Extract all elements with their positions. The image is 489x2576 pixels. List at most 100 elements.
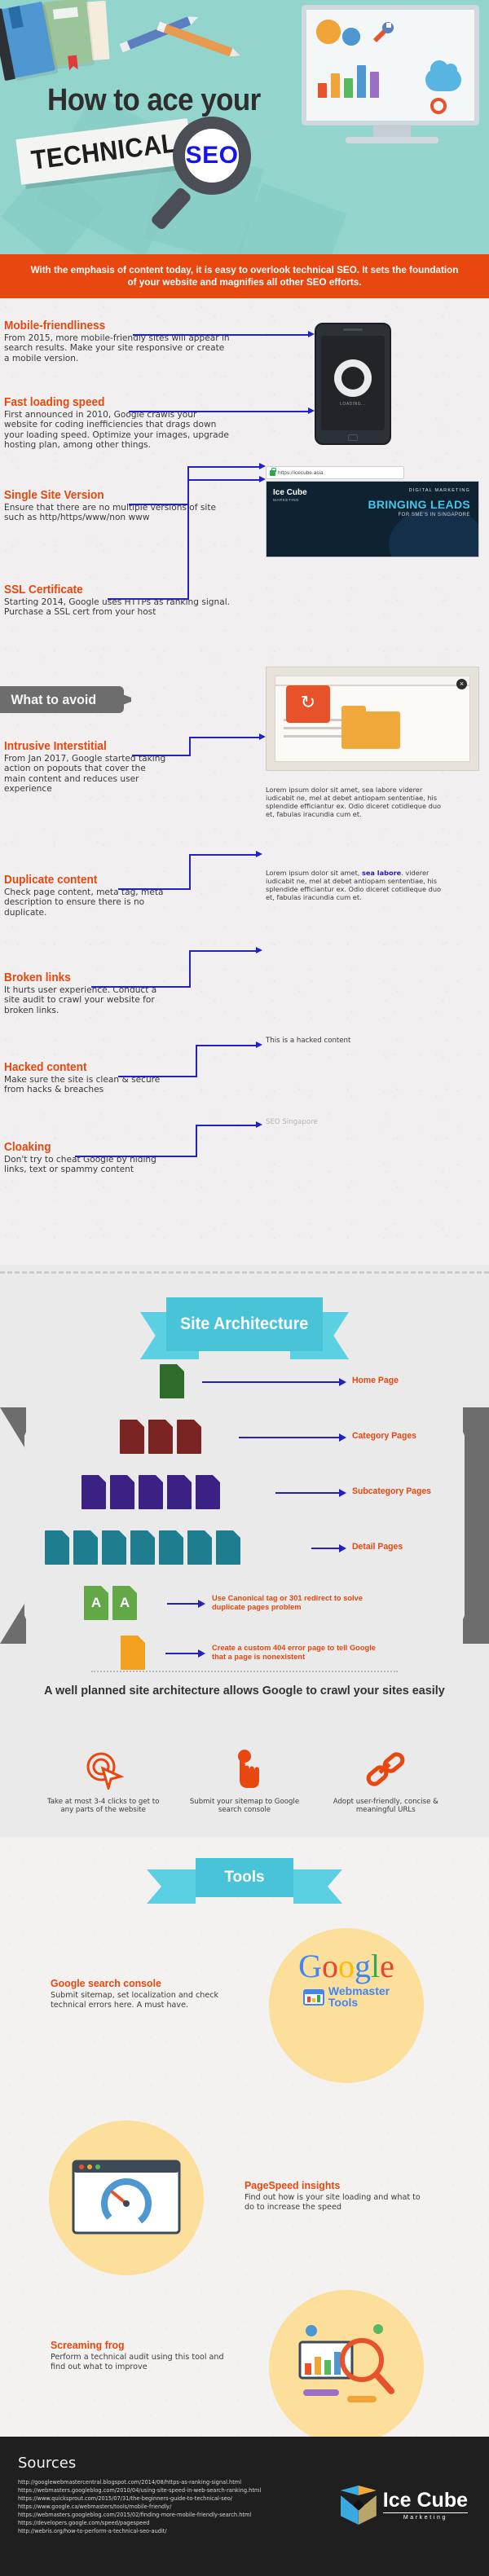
source-link[interactable]: http://webris.org/how-to-perform-a-techn… xyxy=(18,2527,471,2535)
avoid-item-hacked-content: Hacked content Make sure the site is cle… xyxy=(4,1061,167,1095)
webmaster-tools-icon xyxy=(302,1988,324,2006)
connector-line xyxy=(167,1603,198,1605)
click-cursor-icon xyxy=(42,1746,165,1793)
cloud-icon xyxy=(425,60,461,91)
arrow-head-icon xyxy=(256,947,262,953)
what-to-avoid-tab: What to avoid xyxy=(0,686,124,713)
avoid-item-title: Cloaking xyxy=(4,1141,51,1154)
checklist-item-body: Starting 2014, Google uses HTTPs as rank… xyxy=(4,597,231,618)
tip-item-clicks: Take at most 3-4 clicks to get to any pa… xyxy=(42,1746,165,1815)
phone-home-button xyxy=(348,434,358,441)
smartphone-illustration: LOADING... xyxy=(315,323,391,445)
connector-line xyxy=(196,1125,197,1157)
desktop-monitor-icon xyxy=(302,5,479,125)
site-headline: BRINGING LEADS xyxy=(368,498,470,511)
document-icon xyxy=(196,1475,220,1509)
arrow-head-icon xyxy=(256,1121,262,1128)
phone-speaker xyxy=(343,328,363,331)
doc-row-detail xyxy=(45,1530,240,1565)
document-icon xyxy=(120,1420,144,1454)
logo-text: Ice Cube Marketing xyxy=(382,2490,468,2521)
gear-icon xyxy=(342,28,360,46)
doc-row-canonical: A A xyxy=(84,1586,137,1620)
avoid-item-body: It hurts user experience. Conduct a site… xyxy=(4,985,157,1015)
avoid-item-title: Broken links xyxy=(4,971,71,984)
document-icon xyxy=(110,1475,134,1509)
avoid-item-title: Duplicate content xyxy=(4,874,98,887)
decor-bracket-right xyxy=(463,1407,489,1644)
search-icon xyxy=(430,98,447,114)
connector-line xyxy=(187,466,259,468)
connector-line xyxy=(189,854,191,890)
window-title-bar xyxy=(275,676,470,685)
architecture-tips: Take at most 3-4 clicks to get to any pa… xyxy=(0,1746,489,1815)
connector-line xyxy=(189,950,191,988)
connector-line xyxy=(129,411,308,412)
document-icon xyxy=(216,1530,240,1565)
avoid-item-body: Make sure the site is clean & secure fro… xyxy=(4,1075,161,1095)
connector-line xyxy=(311,1548,339,1549)
arrow-head-icon xyxy=(256,851,262,857)
gear-icon xyxy=(316,20,341,44)
speed-gauge-browser-icon xyxy=(70,2156,183,2238)
document-icon xyxy=(148,1420,173,1454)
lorem-link[interactable]: sea labore xyxy=(362,869,401,877)
wrench-icon xyxy=(370,21,394,46)
arrow-head-icon xyxy=(339,1489,346,1497)
arrow-head-icon xyxy=(256,1041,262,1048)
tip-item-urls: Adopt user-friendly, concise & meaningfu… xyxy=(324,1746,447,1815)
connector-line xyxy=(189,854,256,856)
google-webmaster-tools-logo: Google Webmaster Tools xyxy=(275,1948,417,2009)
connector-line xyxy=(129,504,187,505)
arrow-head-icon xyxy=(259,463,266,469)
ice-cube-logo: Ice Cube Marketing xyxy=(340,2486,468,2525)
magnifier-icon: SEO xyxy=(173,117,251,195)
close-icon[interactable]: × xyxy=(456,679,467,689)
document-icon xyxy=(160,1364,184,1398)
site-architecture-ribbon: Site Architecture xyxy=(166,1297,323,1351)
browser-url-bar[interactable]: https://icecube.asia xyxy=(266,466,404,479)
document-icon xyxy=(139,1475,163,1509)
connector-line xyxy=(196,1045,256,1046)
tip-item-sitemap: Submit your sitemap to Google search con… xyxy=(183,1746,306,1815)
document-icon xyxy=(159,1530,183,1565)
checklist-section: Mobile-friendliness From 2015, more mobi… xyxy=(0,298,489,1265)
avoid-item-title: Hacked content xyxy=(4,1061,87,1074)
lock-icon xyxy=(270,467,276,476)
tip-text: Take at most 3-4 clicks to get to any pa… xyxy=(46,1798,160,1815)
document-icon xyxy=(45,1530,69,1565)
site-kicker: DIGITAL MARKETING xyxy=(408,488,470,493)
connector-line xyxy=(187,479,189,600)
connector-line xyxy=(118,888,189,890)
document-icon xyxy=(167,1475,192,1509)
connector-line xyxy=(75,1156,196,1157)
site-subline: FOR SME'S IN SINGAPORE xyxy=(398,513,470,517)
arch-headline: A well planned site architecture allows … xyxy=(44,1684,445,1698)
connector-line xyxy=(91,986,189,988)
lorem-block-duplicate-a: Lorem ipsum dolor sit amet, sea labore v… xyxy=(266,786,448,818)
site-architecture-title: Site Architecture xyxy=(180,1314,309,1333)
arrow-head-icon xyxy=(198,1649,205,1658)
avoid-item-duplicate-content: Duplicate content Check page content, me… xyxy=(4,874,167,918)
monitor-screen xyxy=(306,10,474,121)
avoid-item-body: Don't try to cheat Google by hiding link… xyxy=(4,1155,156,1175)
decor-bracket-left xyxy=(0,1407,26,1644)
tip-text: Adopt user-friendly, concise & meaningfu… xyxy=(333,1798,438,1815)
tools-title: Tools xyxy=(224,1869,265,1886)
bookmark-ribbon-icon xyxy=(68,55,78,70)
avoid-item-title: Intrusive Interstitial xyxy=(4,740,107,753)
tool-title: Google search console xyxy=(51,1977,161,1989)
connector-line xyxy=(275,1492,339,1494)
checklist-item-title: Fast loading speed xyxy=(4,396,105,409)
connector-line xyxy=(118,1076,196,1077)
chain-link-icon xyxy=(324,1746,447,1793)
tool-item-pagespeed-insights: PageSpeed insights Find out how is your … xyxy=(244,2179,432,2212)
connector-line xyxy=(108,598,187,600)
avoid-item-cloaking: Cloaking Don't try to cheat Google by hi… xyxy=(4,1141,167,1175)
monitor-stand xyxy=(373,125,411,138)
tool-item-screaming-frog: Screaming frog Perform a technical audit… xyxy=(51,2339,238,2371)
avoid-item-body: From Jan 2017, Google started taking act… xyxy=(4,754,166,794)
google-wordmark: Google xyxy=(298,1948,394,1984)
arrow-head-icon xyxy=(308,331,315,337)
bar-chart-icon xyxy=(318,60,379,98)
